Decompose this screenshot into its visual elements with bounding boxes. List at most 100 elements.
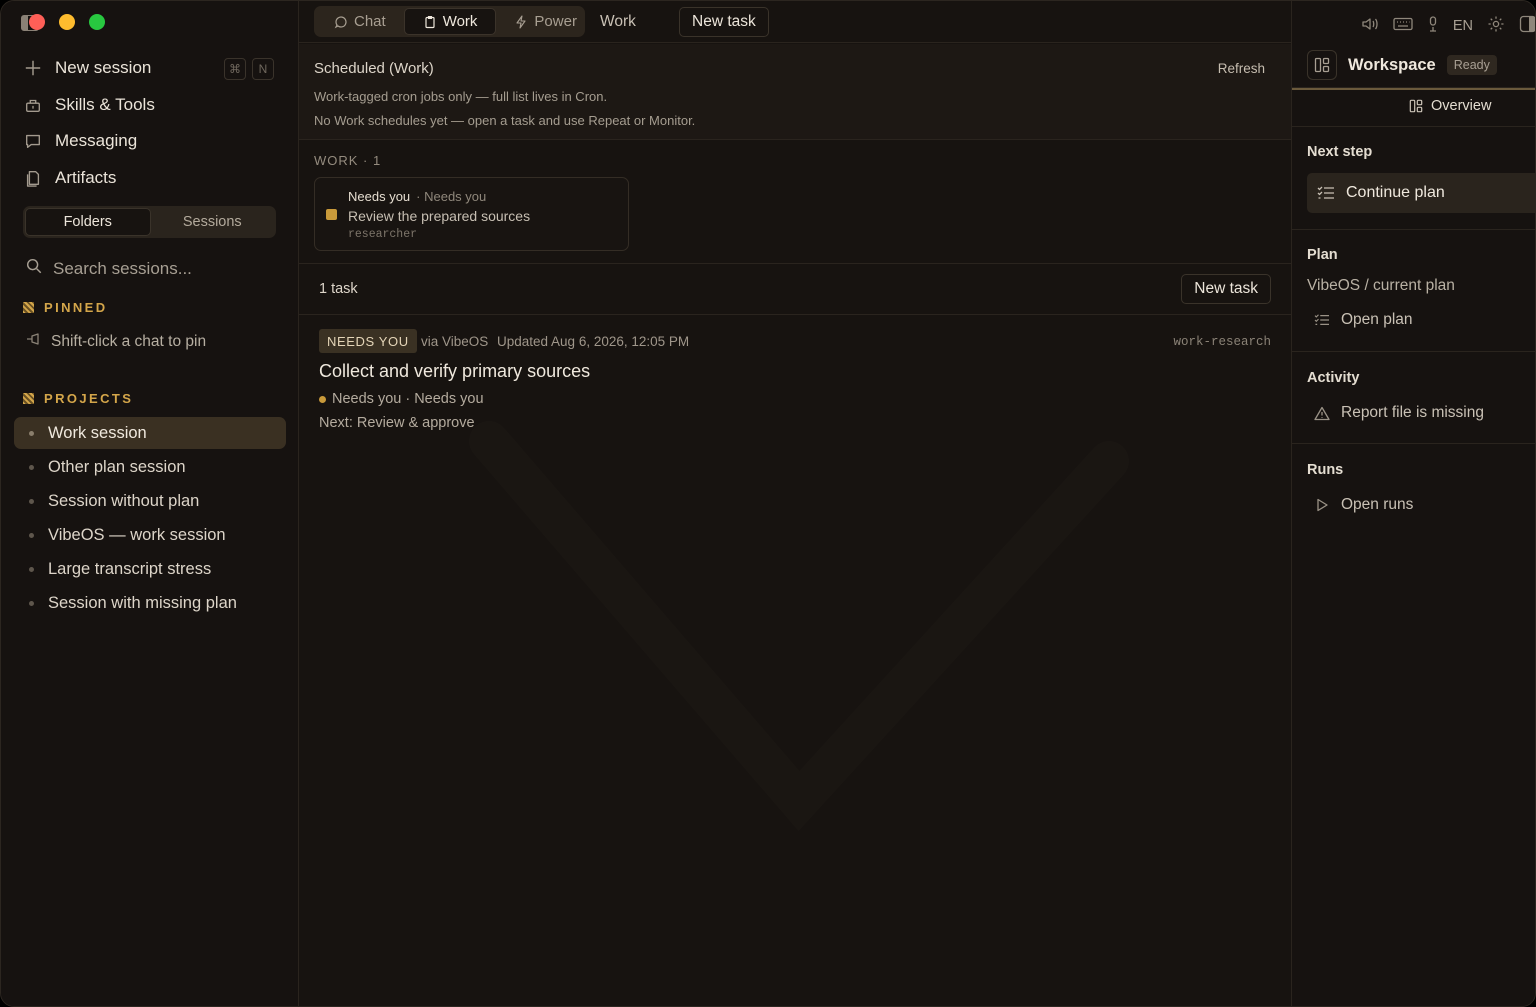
project-item-other-plan-session[interactable]: Other plan session — [14, 451, 286, 483]
panel-toggle-icon[interactable] — [1519, 15, 1535, 36]
activity-heading: Activity — [1307, 370, 1360, 386]
checklist-icon — [1317, 186, 1334, 199]
project-label: Session without plan — [48, 491, 200, 510]
warning-icon — [1314, 406, 1330, 420]
task-tag: work-research — [1173, 335, 1271, 349]
tools-icon — [23, 95, 43, 115]
task-status: Needs you · Needs you — [319, 391, 484, 407]
open-runs-label: Open runs — [1341, 496, 1414, 513]
new-task-button[interactable]: New task — [1181, 274, 1271, 304]
workspace-header: Workspace Ready — [1307, 50, 1497, 80]
bullet-icon — [29, 464, 34, 470]
refresh-button[interactable]: Refresh — [1218, 61, 1265, 76]
chat-bubble-icon — [23, 131, 43, 151]
tab-chat[interactable]: Chat — [316, 8, 404, 35]
status-badge: NEEDS YOU — [319, 329, 417, 353]
project-label: Work session — [48, 423, 147, 442]
projects-marker-icon — [23, 393, 34, 404]
search-sessions-input[interactable]: Search sessions... — [25, 257, 192, 280]
layout-icon — [1307, 50, 1337, 80]
status-square-icon — [326, 209, 337, 220]
runs-heading: Runs — [1307, 462, 1344, 478]
pinned-heading-label: PINNED — [44, 300, 108, 315]
status-badge: Ready — [1446, 55, 1497, 75]
layout-icon — [1409, 99, 1423, 113]
projects-heading-label: PROJECTS — [44, 391, 134, 406]
pin-hint-label: Shift-click a chat to pin — [51, 332, 207, 350]
artifacts-button[interactable]: Artifacts — [23, 168, 116, 188]
tab-folders[interactable]: Folders — [25, 208, 151, 236]
tab-sessions[interactable]: Sessions — [151, 208, 275, 236]
divider — [1292, 229, 1535, 230]
minimize-window-button[interactable] — [59, 14, 75, 30]
skills-tools-button[interactable]: Skills & Tools — [23, 95, 155, 115]
bullet-icon — [29, 498, 34, 504]
gear-icon[interactable] — [1487, 15, 1505, 36]
bullet-icon — [29, 600, 34, 606]
task-count: 1 task — [319, 281, 358, 297]
main-content: Chat Work Power Work New task Scheduled … — [299, 1, 1291, 1006]
task-title: Collect and verify primary sources — [319, 361, 591, 381]
window-controls — [29, 14, 105, 30]
section-title: Work — [600, 13, 636, 30]
speaker-icon[interactable] — [1361, 16, 1379, 35]
background-watermark — [469, 421, 1129, 832]
messaging-label: Messaging — [55, 131, 138, 150]
work-group-heading: WORK · 1 — [314, 153, 382, 168]
new-session-button[interactable]: New session — [23, 58, 151, 78]
scheduled-panel: Scheduled (Work) Refresh Work-tagged cro… — [299, 44, 1291, 140]
task-count-bar: 1 task New task — [299, 263, 1291, 315]
right-toolbar: EN — [1361, 15, 1535, 36]
right-panel: EN Workspace Ready Overview Next step Co… — [1291, 1, 1535, 1006]
workspace-title: Workspace — [1348, 55, 1436, 74]
search-placeholder: Search sessions... — [53, 258, 192, 278]
open-runs-button[interactable]: Open runs — [1314, 496, 1413, 514]
messaging-button[interactable]: Messaging — [23, 131, 137, 151]
skills-tools-label: Skills & Tools — [55, 95, 155, 114]
close-window-button[interactable] — [29, 14, 45, 30]
pin-icon — [25, 332, 41, 351]
app-window: New session ⌘ N Skills & Tools Messaging… — [0, 0, 1536, 1007]
top-bar: Chat Work Power Work New task — [299, 1, 1291, 43]
overview-tab-bar: Overview — [1292, 87, 1535, 127]
checklist-icon — [1314, 314, 1329, 325]
tab-overview-label: Overview — [1431, 98, 1492, 114]
tab-power[interactable]: Power — [496, 8, 595, 35]
divider — [1292, 351, 1535, 352]
new-task-button-top[interactable]: New task — [679, 7, 769, 37]
activity-item-label: Report file is missing — [1341, 404, 1484, 421]
task-status-label: Needs you · Needs you — [332, 391, 484, 407]
tab-work[interactable]: Work — [403, 8, 497, 35]
plan-path: VibeOS / current plan — [1307, 277, 1455, 294]
project-item-session-without-plan[interactable]: Session without plan — [14, 485, 286, 517]
pinned-marker-icon — [23, 302, 34, 313]
next-step-heading: Next step — [1307, 144, 1373, 160]
continue-plan-button[interactable]: Continue plan — [1307, 173, 1535, 213]
work-card-title: Needs you — [348, 189, 411, 204]
project-item-session-with-missing-plan[interactable]: Session with missing plan — [14, 587, 286, 619]
new-session-label: New session — [55, 58, 152, 77]
keyboard-icon[interactable] — [1393, 17, 1413, 34]
task-source: via VibeOS — [421, 334, 489, 349]
bullet-icon — [29, 566, 34, 572]
continue-plan-label: Continue plan — [1346, 184, 1445, 201]
language-selector[interactable]: EN — [1453, 18, 1473, 34]
project-label: Other plan session — [48, 457, 186, 476]
activity-item[interactable]: Report file is missing — [1314, 404, 1484, 422]
work-card-subtitle: · Needs you — [416, 189, 487, 204]
project-label: Session with missing plan — [48, 593, 237, 612]
work-card-title-row: Needs you · Needs you — [348, 189, 486, 204]
work-card[interactable]: Needs you · Needs you Review the prepared… — [314, 177, 629, 251]
task-updated: Updated Aug 6, 2026, 12:05 PM — [497, 334, 690, 349]
pin-hint: Shift-click a chat to pin — [25, 332, 206, 351]
open-plan-button[interactable]: Open plan — [1314, 311, 1413, 329]
project-item-work-session[interactable]: Work session — [14, 417, 286, 449]
maximize-window-button[interactable] — [89, 14, 105, 30]
project-item-large-transcript-stress[interactable]: Large transcript stress — [14, 553, 286, 585]
artifacts-label: Artifacts — [55, 168, 117, 187]
project-item-vibeos-work-session[interactable]: VibeOS — work session — [14, 519, 286, 551]
tab-overview[interactable]: Overview — [1409, 98, 1491, 114]
microphone-icon[interactable] — [1427, 16, 1439, 35]
files-icon — [23, 168, 43, 188]
search-icon — [25, 257, 43, 280]
